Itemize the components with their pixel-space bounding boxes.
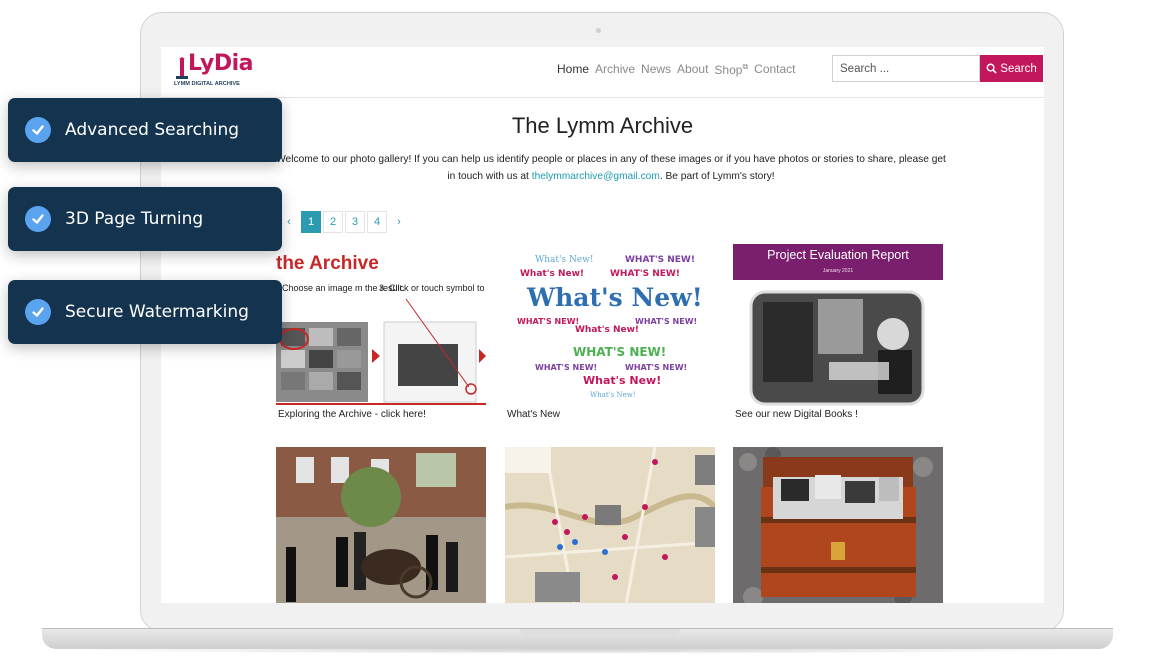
- gallery-caption[interactable]: Exploring the Archive - click here!: [278, 409, 426, 420]
- whats-new-text: What's New!: [535, 255, 594, 265]
- gallery-thumbnail[interactable]: [504, 446, 718, 603]
- whats-new-text: WHAT'S NEW!: [573, 345, 666, 359]
- feature-badge-secure-watermarking: Secure Watermarking: [8, 280, 282, 344]
- logo-subtitle: LYMM DIGITAL ARCHIVE: [174, 81, 240, 87]
- nav-contact[interactable]: Contact: [754, 62, 795, 77]
- pagination: ‹ 1 2 3 4 ›: [279, 211, 409, 233]
- check-circle-icon: [25, 206, 51, 232]
- gallery-card[interactable]: [276, 447, 486, 603]
- main-nav: Home Archive News About Shop⧉ Contact: [557, 62, 796, 77]
- search-input[interactable]: [832, 55, 980, 82]
- page-button-4[interactable]: 4: [367, 211, 387, 233]
- whats-new-text: What's New!: [590, 391, 636, 399]
- gallery-card[interactable]: [733, 447, 943, 603]
- report-date: January 2021: [823, 268, 854, 274]
- nav-shop-label: Shop: [714, 63, 743, 77]
- nav-archive[interactable]: Archive: [595, 62, 635, 77]
- feature-label: 3D Page Turning: [65, 209, 204, 229]
- nav-shop[interactable]: Shop⧉: [714, 62, 748, 77]
- gallery-card[interactable]: [504, 446, 718, 603]
- whats-new-text: WHAT'S NEW!: [625, 363, 687, 372]
- check-circle-icon: [25, 299, 51, 325]
- browser-screen: LyDia LYMM DIGITAL ARCHIVE Home Archive …: [161, 47, 1044, 603]
- thumb-heading: the Archive: [276, 253, 379, 274]
- nav-about[interactable]: About: [677, 62, 708, 77]
- logo-word: LyDia: [188, 51, 254, 76]
- intro-text: Welcome to our photo gallery! If you can…: [271, 151, 951, 185]
- gallery-caption[interactable]: What's New: [507, 409, 560, 420]
- whats-new-text: WHAT'S NEW!: [517, 317, 579, 326]
- next-page-button[interactable]: ›: [389, 211, 409, 233]
- gallery-thumbnail[interactable]: What's New! WHAT'S NEW! What's New! WHAT…: [505, 244, 715, 407]
- feature-label: Advanced Searching: [65, 120, 240, 140]
- whats-new-text: WHAT'S NEW!: [610, 269, 680, 279]
- external-link-icon: ⧉: [742, 62, 749, 71]
- page-button-1[interactable]: 1: [301, 211, 321, 233]
- whats-new-text: WHAT'S NEW!: [535, 363, 597, 372]
- report-heading: Project Evaluation Report: [767, 248, 909, 262]
- nav-news[interactable]: News: [641, 62, 671, 77]
- feature-badge-3d-page-turning: 3D Page Turning: [8, 187, 282, 251]
- feature-label: Secure Watermarking: [65, 302, 249, 322]
- page-button-2[interactable]: 2: [323, 211, 343, 233]
- intro-after: . Be part of Lymm's story!: [659, 171, 775, 182]
- whats-new-text: WHAT'S NEW!: [625, 255, 695, 265]
- whats-new-text: What's New!: [520, 269, 584, 279]
- thumb-step3: 3. Click or touch symbol to expand.: [379, 283, 486, 293]
- page-button-3[interactable]: 3: [345, 211, 365, 233]
- nav-home[interactable]: Home: [557, 62, 589, 77]
- prev-page-button[interactable]: ‹: [279, 211, 299, 233]
- gallery-thumbnail[interactable]: [276, 447, 486, 603]
- tower-icon: [176, 57, 188, 79]
- search-button[interactable]: Search: [980, 55, 1043, 82]
- site-logo[interactable]: LyDia LYMM DIGITAL ARCHIVE: [174, 51, 254, 91]
- feature-badge-advanced-searching: Advanced Searching: [8, 98, 282, 162]
- search-icon: [986, 63, 997, 74]
- whats-new-text: What's New!: [575, 325, 639, 335]
- gallery-thumbnail[interactable]: Project Evaluation Report January 2021: [733, 244, 943, 407]
- gallery-caption[interactable]: See our new Digital Books !: [735, 409, 858, 420]
- camera-dot: [596, 28, 601, 33]
- gallery-thumbnail[interactable]: the Archive Choose an image m the result…: [276, 244, 519, 407]
- gallery-thumbnail[interactable]: [733, 447, 943, 603]
- gallery-card[interactable]: the Archive Choose an image m the result…: [276, 244, 519, 420]
- whats-new-text: What's New!: [583, 374, 661, 387]
- gallery-card[interactable]: Project Evaluation Report January 2021 S…: [733, 244, 943, 420]
- site-header: LyDia LYMM DIGITAL ARCHIVE Home Archive …: [161, 47, 1044, 98]
- check-circle-icon: [25, 117, 51, 143]
- laptop-notch: [520, 629, 680, 637]
- search-button-label: Search: [1000, 62, 1037, 75]
- page-title: The Lymm Archive: [511, 113, 694, 138]
- whats-new-text: WHAT'S NEW!: [635, 317, 697, 326]
- gallery-card[interactable]: What's New! WHAT'S NEW! What's New! WHAT…: [505, 244, 715, 420]
- email-link[interactable]: thelymmarchive@gmail.com: [532, 171, 660, 182]
- whats-new-main: What's New!: [526, 283, 703, 312]
